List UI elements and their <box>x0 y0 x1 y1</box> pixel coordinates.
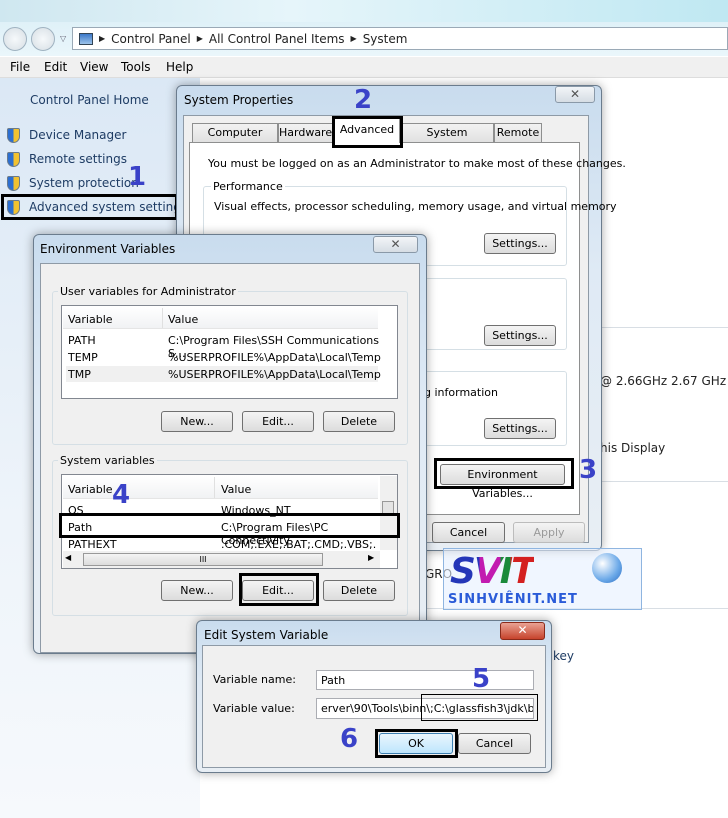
display-text: his Display <box>600 441 666 455</box>
close-button[interactable]: ✕ <box>500 622 545 640</box>
cancel-button[interactable]: Cancel <box>458 733 531 754</box>
scroll-right-icon[interactable]: ▶ <box>368 553 374 562</box>
divider <box>600 481 728 482</box>
menu-help[interactable]: Help <box>166 60 193 74</box>
highlight-box <box>1 194 178 220</box>
chevron-right-icon: ▶ <box>99 34 106 43</box>
variable-name-label: Variable name: <box>213 673 296 686</box>
column-header-variable[interactable]: Variable <box>68 483 113 496</box>
column-header-value[interactable]: Value <box>221 483 251 496</box>
step-number: 3 <box>579 455 598 485</box>
list-item-value: %USERPROFILE%\AppData\Local\Temp <box>168 351 381 364</box>
list-item-value: .COM;.EXE;.BAT;.CMD;.VBS;.VBI <box>221 538 376 551</box>
step-number: 1 <box>128 162 147 192</box>
list-item-value: %USERPROFILE%\AppData\Local\Temp <box>168 368 381 381</box>
highlight-box <box>59 513 400 538</box>
admin-note: You must be logged on as an Administrato… <box>208 157 626 170</box>
user-edit-button[interactable]: Edit... <box>242 411 314 432</box>
divider <box>600 327 728 328</box>
sidebar-item-remote-settings[interactable]: Remote settings <box>29 152 127 166</box>
dialog-title: Edit System Variable <box>204 628 329 642</box>
startup-description: g information <box>424 386 498 399</box>
address-bar[interactable]: ▶ Control Panel ▶ All Control Panel Item… <box>72 27 728 50</box>
chevron-right-icon: ▶ <box>196 34 203 43</box>
group-label: System variables <box>58 454 157 467</box>
computer-icon <box>79 32 93 45</box>
tab-computer-name[interactable]: Computer Name <box>192 123 278 157</box>
list-item[interactable]: TEMP <box>68 351 98 364</box>
chevron-right-icon: ▶ <box>350 34 357 43</box>
list-item[interactable]: PATHEXT <box>68 538 117 551</box>
user-variables-list[interactable]: Variable Value PATH C:\Program Files\SSH… <box>61 305 398 399</box>
apply-button[interactable]: Apply <box>513 522 585 543</box>
group-label: User variables for Administrator <box>58 285 238 298</box>
forward-button[interactable] <box>31 27 55 51</box>
user-new-button[interactable]: New... <box>161 411 233 432</box>
menu-file[interactable]: File <box>10 60 30 74</box>
globe-icon <box>592 553 622 583</box>
cancel-button[interactable]: Cancel <box>432 522 505 543</box>
horizontal-scrollbar[interactable]: ◀ III ▶ <box>63 551 380 568</box>
column-header-variable[interactable]: Variable <box>68 313 113 326</box>
breadcrumb-item[interactable]: All Control Panel Items <box>209 32 345 46</box>
processor-text: @ 2.66GHz 2.67 GHz <box>600 374 727 388</box>
shield-icon <box>7 152 20 167</box>
user-profiles-settings-button[interactable]: Settings... <box>484 325 556 346</box>
step-number: 4 <box>112 480 131 510</box>
step-number: 6 <box>340 724 359 754</box>
breadcrumb-item[interactable]: Control Panel <box>111 32 191 46</box>
highlight-box <box>375 729 458 758</box>
highlight-box <box>332 116 403 148</box>
scroll-thumb[interactable]: III <box>83 553 323 566</box>
menu-view[interactable]: View <box>80 60 108 74</box>
dialog-title: System Properties <box>184 93 294 107</box>
logo-subtitle: SINHVIÊNIT.NET <box>448 592 578 607</box>
close-button[interactable]: ✕ <box>555 86 595 103</box>
close-button[interactable]: ✕ <box>373 236 418 253</box>
svit-logo: SVIT SINHVIÊNIT.NET <box>443 548 642 610</box>
variable-name-input[interactable]: Path <box>316 670 534 690</box>
sidebar-item-device-manager[interactable]: Device Manager <box>29 128 126 142</box>
logo-text: SVIT <box>450 551 536 592</box>
step-number: 5 <box>472 664 491 694</box>
startup-settings-button[interactable]: Settings... <box>484 418 556 439</box>
scroll-left-icon[interactable]: ◀ <box>65 553 71 562</box>
highlight-box <box>239 573 319 606</box>
tab-remote[interactable]: Remote <box>494 123 542 143</box>
group-label: Performance <box>211 180 285 193</box>
breadcrumb-item[interactable]: System <box>363 32 408 46</box>
highlight-box <box>434 458 574 489</box>
performance-description: Visual effects, processor scheduling, me… <box>214 200 617 213</box>
shield-icon <box>7 176 20 191</box>
shield-icon <box>7 128 20 143</box>
step-number: 2 <box>354 85 373 115</box>
system-new-button[interactable]: New... <box>161 580 233 601</box>
sidebar-item-system-protection[interactable]: System protection <box>29 176 139 190</box>
recent-pages-icon[interactable]: ▽ <box>60 34 66 43</box>
variable-value-label: Variable value: <box>213 702 295 715</box>
menu-edit[interactable]: Edit <box>44 60 67 74</box>
tab-hardware[interactable]: Hardware <box>278 123 333 143</box>
menu-tools[interactable]: Tools <box>121 60 151 74</box>
dialog-title: Environment Variables <box>40 242 176 256</box>
system-delete-button[interactable]: Delete <box>323 580 395 601</box>
list-item[interactable]: TMP <box>68 368 91 381</box>
menu-bar: File Edit View Tools Help <box>0 57 728 78</box>
user-delete-button[interactable]: Delete <box>323 411 395 432</box>
control-panel-home-link[interactable]: Control Panel Home <box>30 93 149 107</box>
column-header-value[interactable]: Value <box>168 313 198 326</box>
highlight-box <box>421 694 538 721</box>
performance-settings-button[interactable]: Settings... <box>484 233 556 254</box>
tab-system-protection[interactable]: System Protection <box>400 123 494 157</box>
back-button[interactable] <box>3 27 27 51</box>
list-item[interactable]: PATH <box>68 334 96 347</box>
product-key-link[interactable]: key <box>553 649 574 663</box>
